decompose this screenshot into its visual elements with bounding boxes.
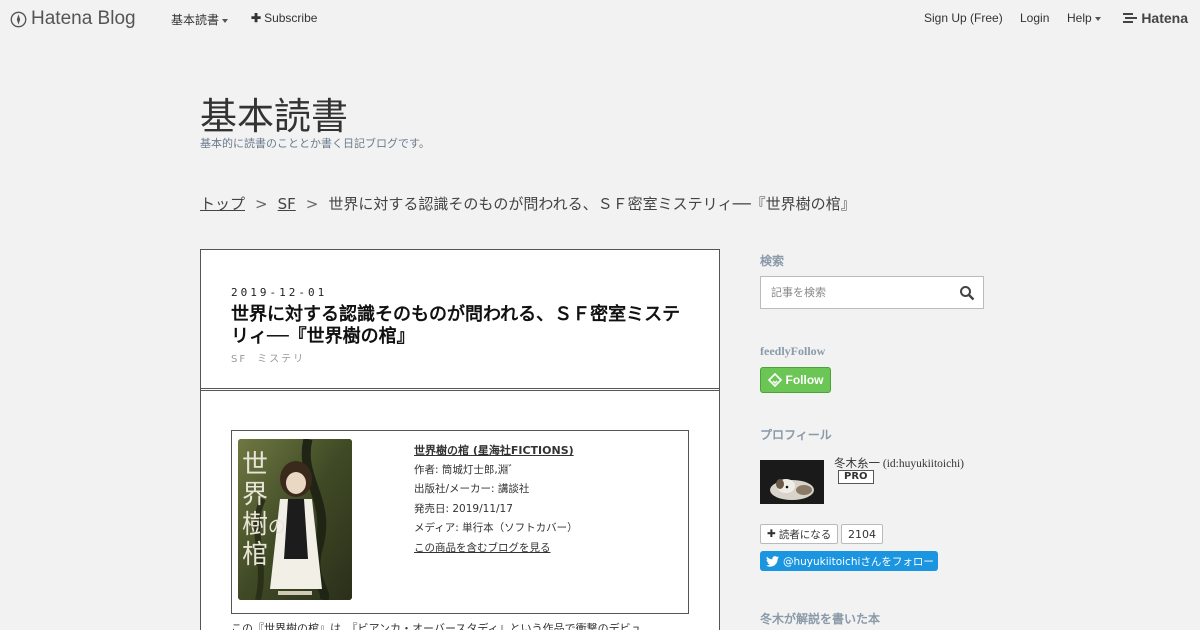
- blog-menu-dropdown[interactable]: 基本読書: [171, 11, 229, 28]
- avatar-dog-image: [760, 460, 824, 504]
- product-box: 世 界 樹 の 棺 世界樹の棺 (星海社FICTIONS) 作者: 筒城灯士郎,…: [231, 430, 689, 614]
- category-link[interactable]: SF: [231, 354, 247, 365]
- profile-heading: プロフィール: [760, 428, 832, 442]
- hatena-logo-text: Hatena: [1141, 10, 1188, 26]
- twitter-follow-button[interactable]: @huyukiitoichiさんをフォロー: [760, 551, 938, 571]
- login-link[interactable]: Login: [1020, 11, 1049, 25]
- svg-text:世: 世: [242, 450, 268, 480]
- breadcrumb-separator: >: [255, 195, 268, 213]
- subscribe-label: Subscribe: [264, 11, 318, 25]
- breadcrumb-current: 世界に対する認識そのものが問われる、ＳＦ密室ミステリィ──『世界樹の棺』: [328, 195, 856, 213]
- blog-title[interactable]: 基本読書: [200, 86, 348, 140]
- help-dropdown[interactable]: Help: [1067, 11, 1101, 25]
- hatena-stripes-icon: [1123, 13, 1138, 23]
- product-blogs-link[interactable]: この商品を含むブログを見る: [414, 539, 578, 559]
- subscribe-button[interactable]: ✚ Subscribe: [251, 11, 317, 25]
- breadcrumb-category-link[interactable]: SF: [278, 195, 296, 213]
- book-cover-image[interactable]: 世 界 樹 の 棺: [238, 439, 352, 600]
- svg-text:界: 界: [242, 480, 268, 510]
- profile-name-link[interactable]: 冬木糸一 (id:huyukiitoichi): [834, 455, 964, 471]
- search-input[interactable]: [771, 286, 951, 299]
- product-info: 世界樹の棺 (星海社FICTIONS) 作者: 筒城灯士郎,淵゛ 出版社/メーカ…: [414, 441, 578, 558]
- entry-categories: SF ミステリ: [231, 350, 315, 365]
- reader-count: 2104: [841, 524, 883, 544]
- global-header: Hatena Blog 基本読書 ✚ Subscribe Sign Up (Fre…: [0, 0, 1200, 36]
- help-label: Help: [1067, 11, 1092, 25]
- pro-badge: PRO: [838, 470, 874, 484]
- product-publisher: 出版社/メーカー: 講談社: [414, 483, 530, 495]
- entry-title[interactable]: 世界に対する認識そのものが問われる、ＳＦ密室ミステリィ──『世界樹の棺』: [231, 304, 691, 348]
- feedly-follow-label: Follow: [785, 373, 824, 387]
- product-author: 作者: 筒城灯士郎,淵゛: [414, 463, 519, 476]
- hatena-blog-pen-icon: [10, 11, 27, 27]
- product-media: メディア: 単行本（ソフトカバー）: [414, 522, 578, 534]
- search-icon[interactable]: [959, 285, 975, 301]
- brand-name: Hatena Blog: [31, 8, 136, 29]
- product-title-link[interactable]: 世界樹の棺 (星海社FICTIONS): [414, 441, 578, 461]
- category-link[interactable]: ミステリ: [257, 354, 305, 365]
- article: 2019-12-01 世界に対する認識そのものが問われる、ＳＦ密室ミステリィ──…: [200, 249, 720, 630]
- reader-button-label: 読者になる: [778, 528, 832, 541]
- plus-icon: ✚: [251, 11, 262, 25]
- entry-date[interactable]: 2019-12-01: [231, 286, 327, 299]
- product-release-date: 発売日: 2019/11/17: [414, 502, 513, 515]
- entry-body-text: この『世界樹の棺』は、『ビアンカ・オーバースタディ』という作品で衝撃のデビュ: [231, 622, 642, 630]
- search-heading: 検索: [760, 254, 785, 268]
- chevron-down-icon: [222, 18, 229, 23]
- subscribe-reader-button[interactable]: ✚ 読者になる: [760, 524, 839, 544]
- blog-description: 基本的に読書のこととか書く日記ブログです。: [200, 137, 430, 150]
- article-header: 2019-12-01 世界に対する認識そのものが問われる、ＳＦ密室ミステリィ──…: [201, 250, 719, 391]
- svg-text:の: の: [268, 517, 286, 538]
- feedly-heading: feedlyFollow: [760, 344, 826, 358]
- feedly-follow-button[interactable]: Follow: [760, 367, 831, 393]
- avatar[interactable]: [760, 460, 824, 504]
- chevron-down-icon: [1094, 16, 1101, 21]
- breadcrumb-top-link[interactable]: トップ: [200, 195, 245, 213]
- blog-menu-label: 基本読書: [171, 13, 220, 27]
- breadcrumb-separator: >: [305, 195, 319, 213]
- hatena-logo[interactable]: Hatena: [1123, 10, 1188, 26]
- feedly-icon: [767, 373, 782, 387]
- books-heading: 冬木が解説を書いた本: [760, 612, 881, 626]
- svg-text:樹: 樹: [242, 510, 268, 540]
- signup-link[interactable]: Sign Up (Free): [924, 11, 1003, 25]
- svg-text:棺: 棺: [242, 540, 268, 570]
- search-form: [760, 276, 984, 309]
- twitter-follow-label: @huyukiitoichiさんをフォロー: [783, 555, 934, 568]
- twitter-bird-icon: [766, 555, 779, 567]
- breadcrumb: トップ > SF > 世界に対する認識そのものが問われる、ＳＦ密室ミステリィ──『世界樹…: [200, 193, 856, 214]
- plus-icon: ✚: [767, 528, 776, 540]
- book-cover-illustration: 世 界 樹 の 棺: [238, 439, 352, 600]
- hatena-blog-logo[interactable]: Hatena Blog: [10, 8, 136, 30]
